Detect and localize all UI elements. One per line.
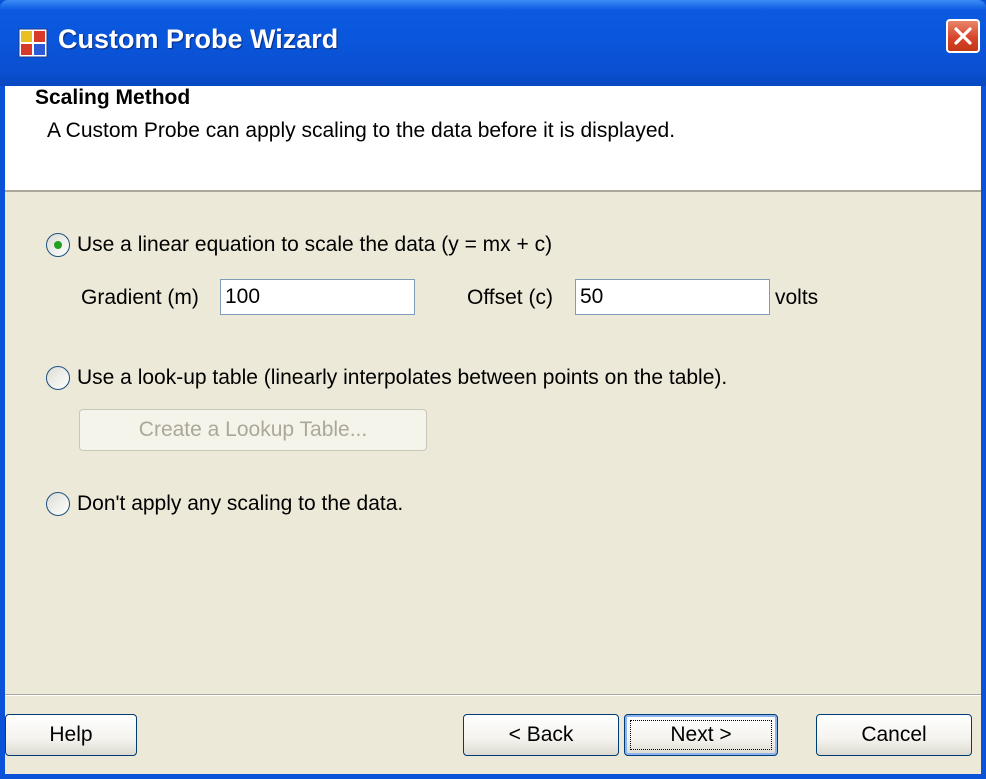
lookup-table-radio[interactable] (46, 366, 70, 390)
wizard-header: Scaling Method A Custom Probe can apply … (5, 86, 981, 192)
next-button[interactable]: Next > (624, 714, 778, 756)
linear-equation-radio[interactable] (46, 233, 70, 257)
window-title: Custom Probe Wizard (58, 24, 339, 54)
radio-selected-dot (54, 241, 62, 249)
dialog-body: Scaling Method A Custom Probe can apply … (5, 86, 981, 774)
back-button[interactable]: < Back (463, 714, 619, 756)
lookup-table-label[interactable]: Use a look-up table (linearly interpolat… (77, 366, 727, 390)
help-button[interactable]: Help (5, 714, 137, 756)
offset-unit-label: volts (775, 286, 819, 309)
create-lookup-table-button[interactable]: Create a Lookup Table... (79, 409, 427, 451)
linear-equation-label[interactable]: Use a linear equation to scale the data … (77, 233, 552, 257)
offset-label: Offset (c) (467, 286, 553, 309)
title-bar[interactable]: Custom Probe Wizard (0, 0, 986, 86)
wizard-window: Custom Probe Wizard Scaling Method A Cus… (0, 0, 986, 779)
cancel-button[interactable]: Cancel (816, 714, 972, 756)
page-title: Scaling Method (35, 86, 191, 109)
no-scaling-radio[interactable] (46, 492, 70, 516)
offset-input[interactable] (575, 279, 770, 315)
gradient-input[interactable] (220, 279, 415, 315)
gradient-label: Gradient (m) (81, 286, 199, 309)
close-icon (954, 27, 972, 45)
page-subtitle: A Custom Probe can apply scaling to the … (47, 119, 676, 142)
app-window-icon (18, 28, 48, 58)
close-button[interactable] (946, 19, 980, 53)
footer-divider (5, 694, 981, 696)
no-scaling-label[interactable]: Don't apply any scaling to the data. (77, 492, 403, 516)
